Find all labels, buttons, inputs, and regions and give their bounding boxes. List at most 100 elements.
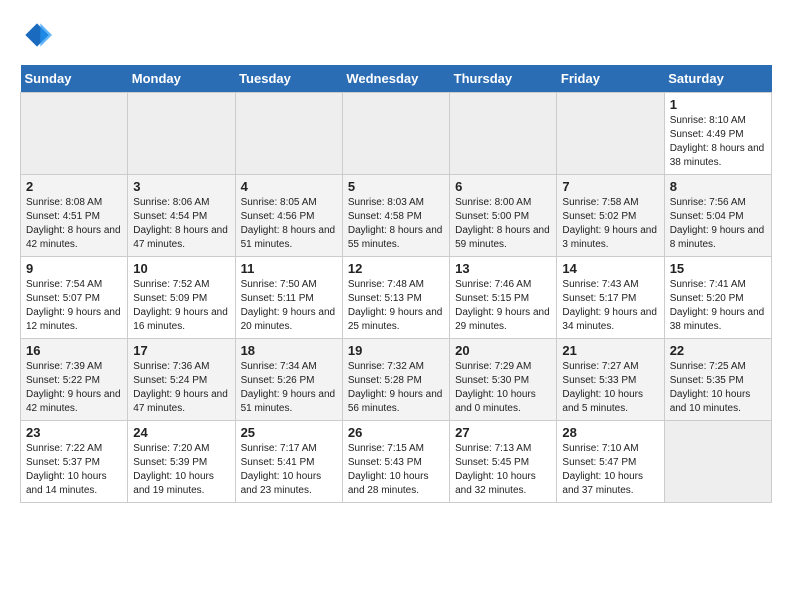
day-number: 13 [455, 261, 551, 276]
header [20, 20, 772, 55]
day-cell: 16 Sunrise: 7:39 AM Sunset: 5:22 PM Dayli… [21, 339, 128, 421]
day-cell: 20Sunrise: 7:29 AM Sunset: 5:30 PM Dayli… [450, 339, 557, 421]
day-cell [664, 421, 771, 503]
day-number: 21 [562, 343, 658, 358]
day-info: Sunrise: 7:22 AM Sunset: 5:37 PM Dayligh… [26, 442, 122, 498]
day-cell [21, 93, 128, 175]
day-cell: 13 Sunrise: 7:46 AM Sunset: 5:15 PM Dayli… [450, 257, 557, 339]
day-number: 12 [348, 261, 444, 276]
day-cell: 11Sunrise: 7:50 AM Sunset: 5:11 PM Dayli… [235, 257, 342, 339]
day-cell: 2 Sunrise: 8:08 AM Sunset: 4:51 PM Daylig… [21, 175, 128, 257]
day-info: Sunrise: 7:29 AM Sunset: 5:30 PM Dayligh… [455, 360, 551, 416]
day-number: 4 [241, 179, 337, 194]
day-info: Sunrise: 7:52 AM Sunset: 5:09 PM Dayligh… [133, 278, 229, 334]
day-number: 9 [26, 261, 122, 276]
day-number: 7 [562, 179, 658, 194]
day-number: 10 [133, 261, 229, 276]
day-number: 23 [26, 425, 122, 440]
calendar-body: 1 Sunrise: 8:10 AM Sunset: 4:49 PM Daylig… [21, 93, 772, 503]
day-cell [235, 93, 342, 175]
day-cell [450, 93, 557, 175]
day-cell: 23 Sunrise: 7:22 AM Sunset: 5:37 PM Dayli… [21, 421, 128, 503]
day-cell: 1 Sunrise: 8:10 AM Sunset: 4:49 PM Daylig… [664, 93, 771, 175]
day-number: 16 [26, 343, 122, 358]
day-number: 1 [670, 97, 766, 112]
day-number: 15 [670, 261, 766, 276]
header-cell-wednesday: Wednesday [342, 65, 449, 93]
day-cell: 26 Sunrise: 7:15 AM Sunset: 5:43 PM Dayli… [342, 421, 449, 503]
day-info: Sunrise: 7:17 AM Sunset: 5:41 PM Dayligh… [241, 442, 337, 498]
calendar-table: SundayMondayTuesdayWednesdayThursdayFrid… [20, 65, 772, 503]
day-info: Sunrise: 7:25 AM Sunset: 5:35 PM Dayligh… [670, 360, 766, 416]
day-cell [342, 93, 449, 175]
header-cell-thursday: Thursday [450, 65, 557, 93]
header-cell-saturday: Saturday [664, 65, 771, 93]
day-info: Sunrise: 8:00 AM Sunset: 5:00 PM Dayligh… [455, 196, 551, 252]
day-cell: 24 Sunrise: 7:20 AM Sunset: 5:39 PM Dayli… [128, 421, 235, 503]
day-number: 26 [348, 425, 444, 440]
day-info: Sunrise: 8:10 AM Sunset: 4:49 PM Dayligh… [670, 114, 766, 170]
week-row-3: 9 Sunrise: 7:54 AM Sunset: 5:07 PM Daylig… [21, 257, 772, 339]
week-row-5: 23 Sunrise: 7:22 AM Sunset: 5:37 PM Dayli… [21, 421, 772, 503]
day-cell [128, 93, 235, 175]
day-info: Sunrise: 7:13 AM Sunset: 5:45 PM Dayligh… [455, 442, 551, 498]
day-info: Sunrise: 7:32 AM Sunset: 5:28 PM Dayligh… [348, 360, 444, 416]
day-info: Sunrise: 7:39 AM Sunset: 5:22 PM Dayligh… [26, 360, 122, 416]
day-info: Sunrise: 7:56 AM Sunset: 5:04 PM Dayligh… [670, 196, 766, 252]
day-info: Sunrise: 7:43 AM Sunset: 5:17 PM Dayligh… [562, 278, 658, 334]
logo-icon [22, 20, 52, 50]
day-info: Sunrise: 8:06 AM Sunset: 4:54 PM Dayligh… [133, 196, 229, 252]
day-info: Sunrise: 7:10 AM Sunset: 5:47 PM Dayligh… [562, 442, 658, 498]
day-info: Sunrise: 7:36 AM Sunset: 5:24 PM Dayligh… [133, 360, 229, 416]
day-number: 17 [133, 343, 229, 358]
calendar-header: SundayMondayTuesdayWednesdayThursdayFrid… [21, 65, 772, 93]
day-number: 5 [348, 179, 444, 194]
week-row-4: 16 Sunrise: 7:39 AM Sunset: 5:22 PM Dayli… [21, 339, 772, 421]
day-cell: 22 Sunrise: 7:25 AM Sunset: 5:35 PM Dayli… [664, 339, 771, 421]
day-cell: 10 Sunrise: 7:52 AM Sunset: 5:09 PM Dayli… [128, 257, 235, 339]
day-number: 3 [133, 179, 229, 194]
header-cell-sunday: Sunday [21, 65, 128, 93]
day-number: 19 [348, 343, 444, 358]
day-cell: 27 Sunrise: 7:13 AM Sunset: 5:45 PM Dayli… [450, 421, 557, 503]
day-cell: 14Sunrise: 7:43 AM Sunset: 5:17 PM Dayli… [557, 257, 664, 339]
day-cell: 25 Sunrise: 7:17 AM Sunset: 5:41 PM Dayli… [235, 421, 342, 503]
logo [20, 20, 52, 55]
day-info: Sunrise: 7:41 AM Sunset: 5:20 PM Dayligh… [670, 278, 766, 334]
day-cell: 19 Sunrise: 7:32 AM Sunset: 5:28 PM Dayli… [342, 339, 449, 421]
day-cell: 4 Sunrise: 8:05 AM Sunset: 4:56 PM Daylig… [235, 175, 342, 257]
day-number: 8 [670, 179, 766, 194]
day-cell: 8 Sunrise: 7:56 AM Sunset: 5:04 PM Daylig… [664, 175, 771, 257]
header-cell-friday: Friday [557, 65, 664, 93]
day-info: Sunrise: 8:05 AM Sunset: 4:56 PM Dayligh… [241, 196, 337, 252]
day-number: 25 [241, 425, 337, 440]
day-info: Sunrise: 7:34 AM Sunset: 5:26 PM Dayligh… [241, 360, 337, 416]
header-cell-tuesday: Tuesday [235, 65, 342, 93]
day-info: Sunrise: 7:54 AM Sunset: 5:07 PM Dayligh… [26, 278, 122, 334]
day-number: 18 [241, 343, 337, 358]
day-cell [557, 93, 664, 175]
day-cell: 15 Sunrise: 7:41 AM Sunset: 5:20 PM Dayli… [664, 257, 771, 339]
day-info: Sunrise: 7:27 AM Sunset: 5:33 PM Dayligh… [562, 360, 658, 416]
header-cell-monday: Monday [128, 65, 235, 93]
day-number: 24 [133, 425, 229, 440]
day-info: Sunrise: 7:46 AM Sunset: 5:15 PM Dayligh… [455, 278, 551, 334]
day-info: Sunrise: 8:03 AM Sunset: 4:58 PM Dayligh… [348, 196, 444, 252]
day-number: 27 [455, 425, 551, 440]
day-number: 6 [455, 179, 551, 194]
day-info: Sunrise: 7:15 AM Sunset: 5:43 PM Dayligh… [348, 442, 444, 498]
day-number: 2 [26, 179, 122, 194]
day-info: Sunrise: 8:08 AM Sunset: 4:51 PM Dayligh… [26, 196, 122, 252]
day-cell: 28 Sunrise: 7:10 AM Sunset: 5:47 PM Dayli… [557, 421, 664, 503]
day-number: 22 [670, 343, 766, 358]
day-cell: 6 Sunrise: 8:00 AM Sunset: 5:00 PM Daylig… [450, 175, 557, 257]
day-cell: 17 Sunrise: 7:36 AM Sunset: 5:24 PM Dayli… [128, 339, 235, 421]
day-info: Sunrise: 7:20 AM Sunset: 5:39 PM Dayligh… [133, 442, 229, 498]
day-cell: 18 Sunrise: 7:34 AM Sunset: 5:26 PM Dayli… [235, 339, 342, 421]
day-info: Sunrise: 7:58 AM Sunset: 5:02 PM Dayligh… [562, 196, 658, 252]
week-row-1: 1 Sunrise: 8:10 AM Sunset: 4:49 PM Daylig… [21, 93, 772, 175]
day-cell: 7 Sunrise: 7:58 AM Sunset: 5:02 PM Daylig… [557, 175, 664, 257]
day-cell: 9 Sunrise: 7:54 AM Sunset: 5:07 PM Daylig… [21, 257, 128, 339]
day-number: 28 [562, 425, 658, 440]
day-cell: 3 Sunrise: 8:06 AM Sunset: 4:54 PM Daylig… [128, 175, 235, 257]
